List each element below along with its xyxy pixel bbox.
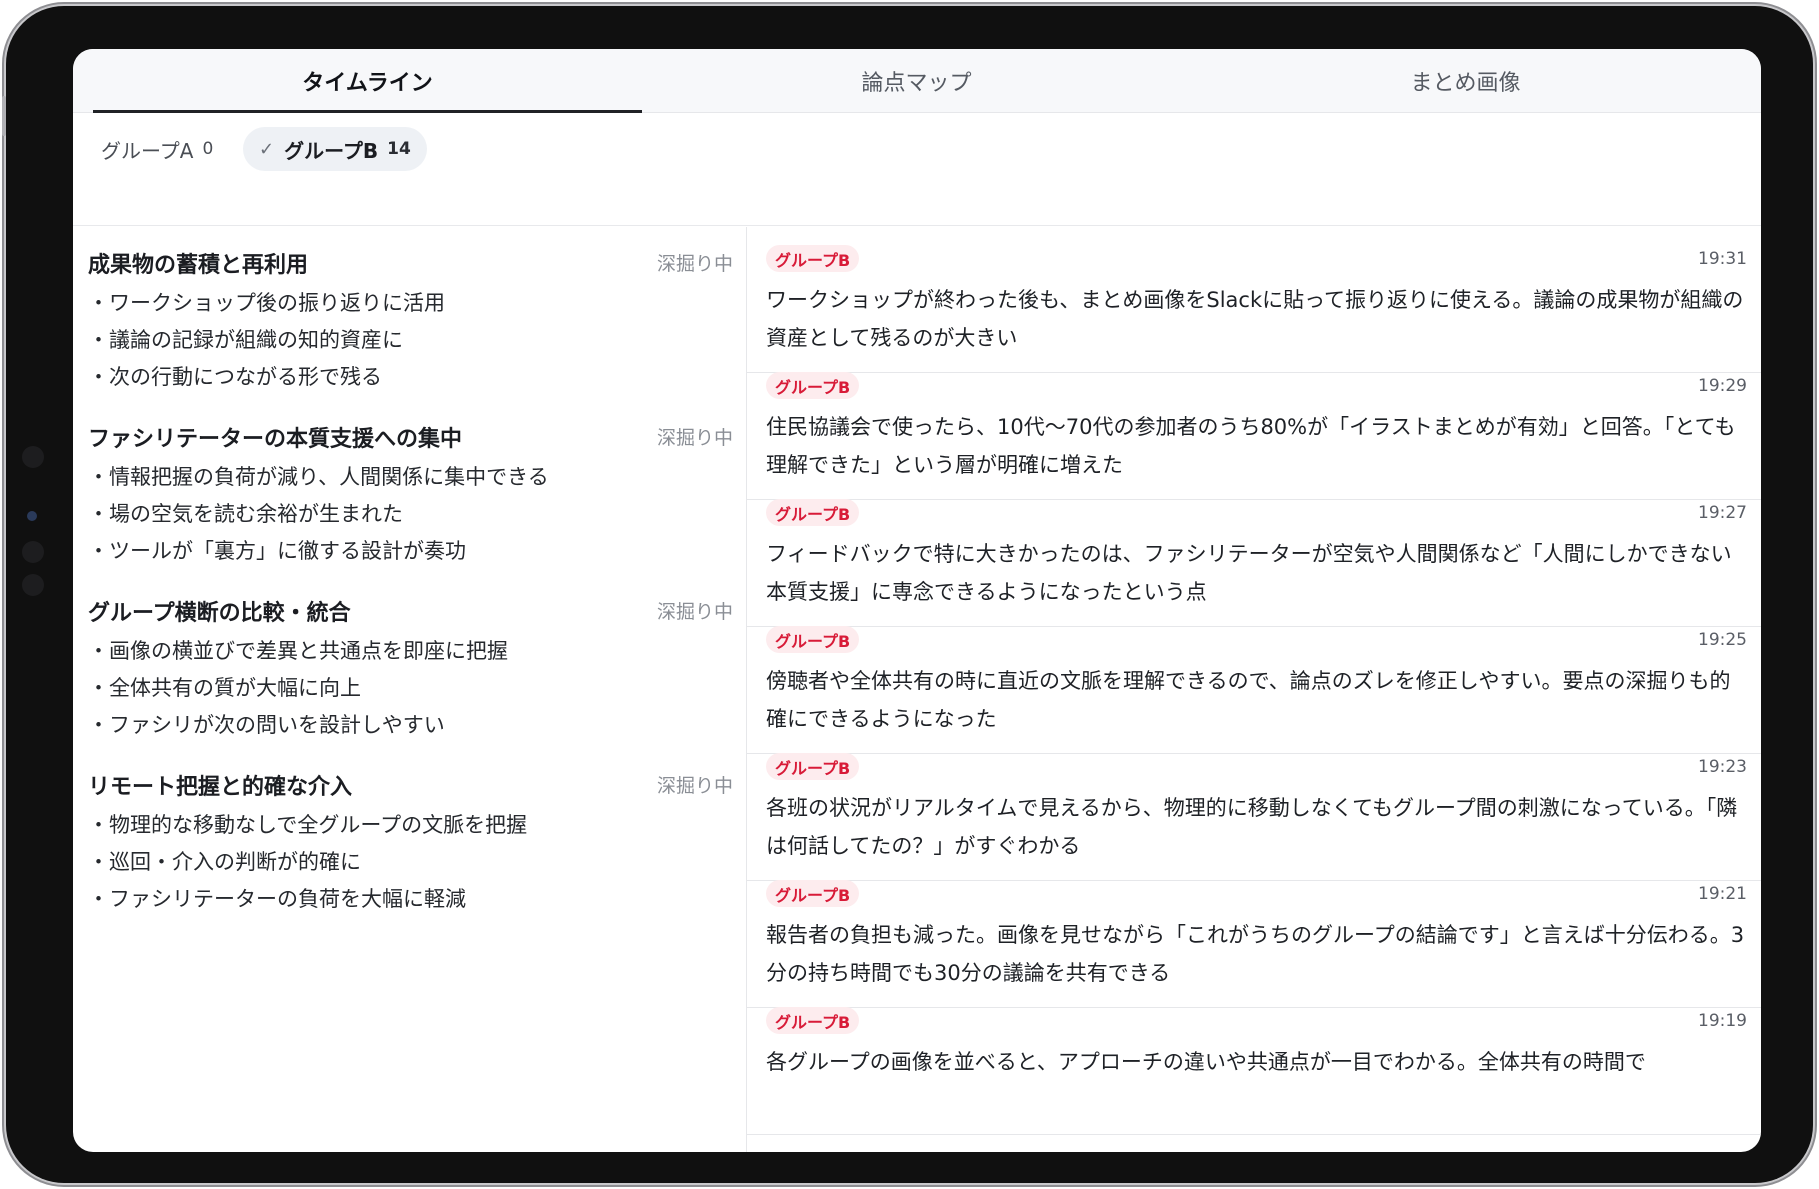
topic-point: ・画像の横並びで差異と共通点を即座に把握 [88, 639, 508, 663]
group-tag: グループB [766, 499, 860, 526]
tablet-frame: タイムライン 論点マップ まとめ画像 グループA 0 ✓ グループB 14 成果… [2, 6, 1813, 1183]
message-text: 各班の状況がリアルタイムで見えるから、物理的に移動しなくてもグループ間の刺激にな… [766, 796, 1738, 858]
timestamp: 19:31 [1698, 249, 1747, 269]
tab-issue-map[interactable]: 論点マップ [642, 49, 1191, 112]
message-text: 傍聴者や全体共有の時に直近の文脈を理解できるので、論点のズレを修正しやすい。要点… [766, 669, 1731, 731]
camera-icon [22, 446, 44, 468]
group-filter-bar: グループA 0 ✓ グループB 14 [73, 113, 1761, 226]
timeline-item: グループB 19:27 フィードバックで特に大きかったのは、ファシリテーターが空… [747, 481, 1761, 627]
topic-point: ・情報把握の負荷が減り、人間関係に集中できる [88, 465, 549, 489]
timeline-item: グループB 19:23 各班の状況がリアルタイムで見えるから、物理的に移動しなく… [747, 735, 1761, 881]
view-tabs: タイムライン 論点マップ まとめ画像 [73, 49, 1761, 113]
group-tag: グループB [766, 626, 860, 653]
message-text: ワークショップが終わった後も、まとめ画像をSlackに貼って振り返りに使える。議… [766, 288, 1744, 350]
topic-point: ・ファシリが次の問いを設計しやすい [88, 713, 445, 737]
message-text: 各グループの画像を並べると、アプローチの違いや共通点が一目でわかる。全体共有の時… [766, 1050, 1646, 1074]
group-tag: グループB [766, 880, 860, 907]
topic-point: ・ワークショップ後の振り返りに活用 [88, 291, 445, 315]
topic-point: ・巡回・介入の判断が的確に [88, 850, 361, 874]
topic-point: ・全体共有の質が大幅に向上 [88, 676, 361, 700]
timestamp: 19:19 [1698, 1011, 1747, 1031]
timestamp: 19:29 [1698, 376, 1747, 396]
status-badge: 深掘り中 [656, 427, 733, 449]
sensor-dot-icon [27, 511, 37, 521]
status-badge: 深掘り中 [656, 253, 733, 275]
group-tag: グループB [766, 372, 860, 399]
topic-title: グループ横断の比較・統合 [88, 601, 351, 626]
topic-point: ・場の空気を読む余裕が生まれた [88, 502, 403, 526]
timeline-item: グループB 19:19 各グループの画像を並べると、アプローチの違いや共通点が一… [747, 989, 1761, 1135]
message-text: 住民協議会で使ったら、10代〜70代の参加者のうち80%が「イラストまとめが有効… [766, 415, 1736, 477]
app-screen: タイムライン 論点マップ まとめ画像 グループA 0 ✓ グループB 14 成果… [73, 49, 1761, 1152]
timeline-item: グループB 19:29 住民協議会で使ったら、10代〜70代の参加者のうち80%… [747, 354, 1761, 500]
topic-point: ・次の行動につながる形で残る [88, 365, 382, 389]
timeline-item: グループB 19:21 報告者の負担も減った。画像を見せながら「これがうちのグル… [747, 862, 1761, 1008]
check-icon: ✓ [259, 138, 275, 160]
timeline-item: グループB 19:25 傍聴者や全体共有の時に直近の文脈を理解できるので、論点の… [747, 608, 1761, 754]
chip-label: グループB [284, 138, 379, 163]
filter-chip-group-a[interactable]: グループA 0 [101, 127, 223, 171]
timestamp: 19:23 [1698, 757, 1747, 777]
group-tag: グループB [766, 753, 860, 780]
topic-point: ・物理的な移動なしで全グループの文脈を把握 [88, 813, 528, 837]
status-badge: 深掘り中 [656, 775, 733, 797]
topic-point: ・ファシリテーターの負荷を大幅に軽減 [88, 887, 466, 911]
sensor-icon [22, 574, 44, 596]
volume-button [2, 96, 6, 136]
timestamp: 19:27 [1698, 503, 1747, 523]
chip-count: 14 [387, 139, 411, 159]
timeline-feed[interactable]: グループB 19:31 ワークショップが終わった後も、まとめ画像をSlackに貼… [747, 227, 1761, 1152]
group-tag: グループB [766, 245, 860, 272]
topic-point: ・ツールが「裏方」に徹する設計が奏功 [88, 539, 466, 563]
timeline-item: グループB 19:31 ワークショップが終わった後も、まとめ画像をSlackに貼… [747, 227, 1761, 373]
chip-label: グループA [101, 138, 194, 163]
filter-chip-group-b[interactable]: ✓ グループB 14 [243, 127, 427, 171]
message-text: 報告者の負担も減った。画像を見せながら「これがうちのグループの結論です」と言えば… [766, 923, 1745, 985]
topic-panel: 成果物の蓄積と再利用 深掘り中 ・ワークショップ後の振り返りに活用 ・議論の記録… [73, 227, 747, 1152]
chip-count: 0 [202, 139, 214, 159]
tab-summary-image[interactable]: まとめ画像 [1191, 49, 1740, 112]
timestamp: 19:25 [1698, 630, 1747, 650]
timestamp: 19:21 [1698, 884, 1747, 904]
topic-title: リモート把握と的確な介入 [88, 775, 353, 800]
message-text: フィードバックで特に大きかったのは、ファシリテーターが空気や人間関係など「人間に… [766, 542, 1732, 604]
topic-title: ファシリテーターの本質支援への集中 [88, 427, 463, 452]
topic-point: ・議論の記録が組織の知的資産に [88, 328, 403, 352]
topic-title: 成果物の蓄積と再利用 [88, 253, 309, 278]
sensor-icon [22, 541, 44, 563]
tab-timeline[interactable]: タイムライン [93, 49, 642, 113]
status-badge: 深掘り中 [656, 601, 733, 623]
group-tag: グループB [766, 1007, 860, 1034]
